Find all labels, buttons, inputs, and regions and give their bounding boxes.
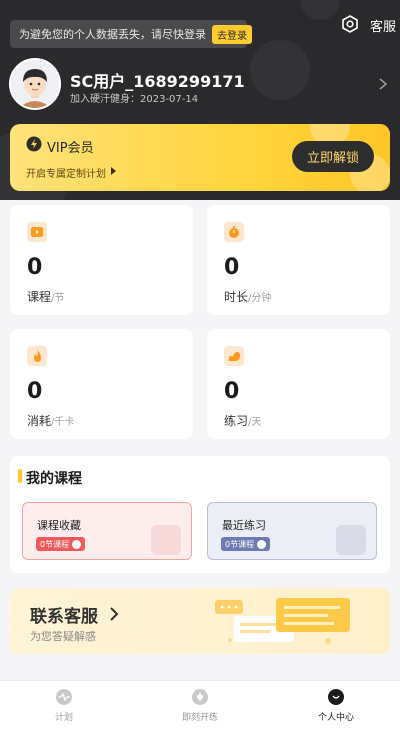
stat-label: 练习/天 — [224, 412, 261, 429]
stat-label-text: 练习 — [224, 414, 249, 428]
timer-icon — [224, 222, 244, 242]
video-icon — [27, 222, 47, 242]
avatar-illustration — [11, 60, 59, 108]
favorite-courses-badge: 0节课程 — [36, 537, 86, 551]
arrow-right-icon — [257, 539, 267, 549]
join-date: 加入硬汗健身：2023-07-14 — [70, 90, 198, 105]
recent-practice-label: 最近练习 — [222, 519, 266, 532]
tab-plan-label: 计划 — [54, 713, 73, 723]
profile-icon-glyph — [332, 695, 340, 699]
stat-value: 0 — [27, 255, 43, 280]
stat-unit: /节 — [51, 293, 65, 304]
chevron-right-icon — [110, 607, 119, 621]
arrow-right-icon — [72, 539, 82, 549]
vip-title: VIP会员 — [47, 141, 94, 156]
login-button[interactable]: 去登录 — [212, 24, 252, 44]
favorite-courses-count: 0节课程 — [40, 539, 70, 549]
timer-icon-glyph — [229, 226, 239, 238]
stat-card-calories[interactable]: 0 消耗/千卡 — [10, 329, 193, 439]
flame-icon-glyph — [33, 349, 41, 362]
stat-unit: /千卡 — [51, 417, 75, 428]
login-reminder-text: 为避免您的个人数据丢失，请尽快登录 — [19, 28, 206, 41]
recent-practice-card[interactable]: 最近练习 0节课程 — [207, 502, 377, 560]
favorite-courses-label: 课程收藏 — [37, 519, 81, 532]
chat-bubbles-illustration — [215, 598, 350, 644]
section-accent-bar — [18, 469, 22, 483]
header-decoration — [250, 40, 310, 100]
contact-service-title: 联系客服 — [30, 607, 98, 627]
stat-label: 时长/分钟 — [224, 288, 271, 305]
recent-practice-badge: 0节课程 — [221, 537, 271, 551]
muscle-icon-glyph — [228, 351, 240, 361]
flame-icon — [27, 346, 47, 366]
vip-subtitle[interactable]: 开启专属定制计划 — [26, 165, 106, 180]
dumbbell-icon-glyph — [197, 693, 203, 701]
login-reminder-banner[interactable]: 为避免您的个人数据丢失，请尽快登录 去登录 — [10, 20, 252, 48]
stat-value: 0 — [224, 379, 240, 404]
chevron-right-icon[interactable] — [378, 77, 388, 91]
tab-start-training-label: 即刻开练 — [181, 713, 218, 723]
contact-service-card[interactable]: 联系客服 为您答疑解惑 — [10, 588, 390, 654]
stat-value: 0 — [27, 379, 43, 404]
tab-profile-label: 个人中心 — [317, 713, 354, 723]
recent-practice-count: 0节课程 — [225, 539, 255, 549]
tab-plan[interactable]: 计划 — [24, 689, 104, 733]
stat-card-duration[interactable]: 0 时长/分钟 — [207, 205, 390, 315]
video-icon-glyph — [31, 227, 43, 237]
username: SC用户_1689299171 — [70, 72, 245, 91]
clock-icon — [336, 525, 366, 555]
join-date-value: 2023-07-14 — [140, 94, 199, 105]
heart-icon — [151, 525, 181, 555]
heartbeat-icon-glyph — [58, 693, 70, 701]
bottom-tab-bar: 计划 即刻开练 个人中心 — [0, 680, 400, 741]
stat-label-text: 课程 — [27, 290, 52, 304]
contact-service-subtitle: 为您答疑解惑 — [30, 630, 96, 643]
stat-card-practice[interactable]: 0 练习/天 — [207, 329, 390, 439]
stat-unit: /分钟 — [248, 293, 272, 304]
profile-header: 为避免您的个人数据丢失，请尽快登录 去登录 客服 SC用户_1689299171… — [0, 0, 400, 200]
tab-profile[interactable]: 个人中心 — [296, 689, 376, 733]
caret-right-icon — [111, 167, 116, 175]
dumbbell-icon — [192, 689, 208, 705]
lightning-icon — [26, 136, 42, 152]
my-courses-panel: 我的课程 课程收藏 0节课程 最近练习 0节课程 — [10, 456, 390, 573]
customer-service-link[interactable]: 客服 — [370, 16, 396, 35]
stat-unit: /天 — [248, 417, 262, 428]
muscle-icon — [224, 346, 244, 366]
stat-label: 课程/节 — [27, 288, 64, 305]
vip-card[interactable]: VIP会员 开启专属定制计划 立即解锁 — [10, 124, 390, 191]
profile-icon — [328, 689, 344, 705]
settings-icon[interactable] — [341, 15, 359, 33]
avatar[interactable] — [9, 58, 61, 110]
tab-start-training[interactable]: 即刻开练 — [160, 689, 240, 733]
favorite-courses-card[interactable]: 课程收藏 0节课程 — [22, 502, 192, 560]
my-courses-title: 我的课程 — [26, 471, 82, 487]
stat-label-text: 消耗 — [27, 414, 52, 428]
join-date-label: 加入硬汗健身： — [70, 94, 140, 105]
heartbeat-icon — [56, 689, 72, 705]
stat-label: 消耗/千卡 — [27, 412, 74, 429]
stat-value: 0 — [224, 255, 240, 280]
stat-label-text: 时长 — [224, 290, 249, 304]
unlock-vip-button[interactable]: 立即解锁 — [292, 141, 374, 172]
stat-card-courses[interactable]: 0 课程/节 — [10, 205, 193, 315]
header-decoration — [300, 0, 340, 20]
